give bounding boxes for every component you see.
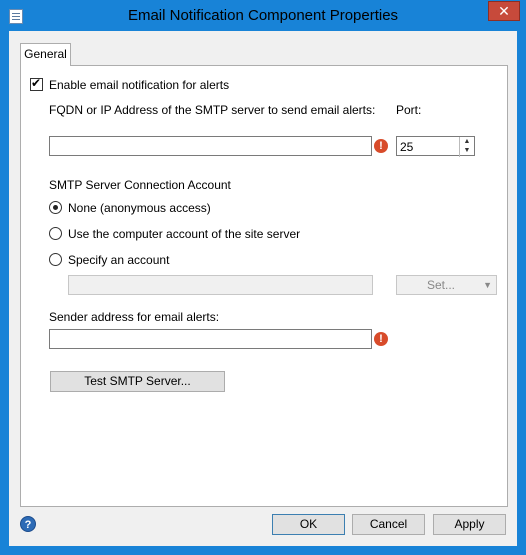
radio-none[interactable] xyxy=(49,201,62,214)
test-smtp-button[interactable]: Test SMTP Server... xyxy=(50,371,225,392)
checkmark-icon: ✔ xyxy=(31,76,42,90)
radio-computer-account[interactable] xyxy=(49,227,62,240)
set-account-label: Set... xyxy=(427,278,456,292)
port-value: 25 xyxy=(400,140,414,154)
help-icon[interactable]: ? xyxy=(20,516,36,532)
general-tab-panel: ✔ Enable email notification for alerts F… xyxy=(20,65,508,507)
port-label: Port: xyxy=(396,103,422,117)
smtp-server-input[interactable] xyxy=(49,136,372,156)
cancel-button[interactable]: Cancel xyxy=(352,514,425,535)
dialog-client-area: General ✔ Enable email notification for … xyxy=(9,31,517,546)
window-title: Email Notification Component Properties xyxy=(127,7,399,24)
account-input[interactable] xyxy=(68,275,373,295)
spin-up-icon[interactable]: ▲ xyxy=(460,137,474,146)
radio-computer-account-label[interactable]: Use the computer account of the site ser… xyxy=(68,227,300,241)
radio-selected-dot xyxy=(53,205,58,210)
sender-error-icon: ! xyxy=(374,332,388,346)
tab-general[interactable]: General xyxy=(20,43,71,66)
smtp-error-icon: ! xyxy=(374,139,388,153)
spin-down-icon[interactable]: ▼ xyxy=(460,146,474,155)
dropdown-arrow-icon: ▼ xyxy=(483,280,492,290)
ok-button[interactable]: OK xyxy=(272,514,345,535)
account-heading: SMTP Server Connection Account xyxy=(49,178,231,192)
sender-address-label: Sender address for email alerts: xyxy=(49,310,220,324)
radio-specify-account-label[interactable]: Specify an account xyxy=(68,253,169,267)
set-account-dropdown[interactable]: Set... ▼ xyxy=(396,275,497,295)
close-button[interactable]: ✕ xyxy=(488,1,520,21)
radio-none-label[interactable]: None (anonymous access) xyxy=(68,201,211,215)
port-spinner[interactable]: 25 ▲ ▼ xyxy=(396,136,475,157)
title-bar: Email Notification Component Properties … xyxy=(1,1,525,31)
dialog-window: Email Notification Component Properties … xyxy=(0,0,526,555)
port-spin-buttons[interactable]: ▲ ▼ xyxy=(459,137,474,157)
enable-email-checkbox[interactable]: ✔ xyxy=(30,76,43,91)
smtp-server-label: FQDN or IP Address of the SMTP server to… xyxy=(49,103,376,117)
enable-email-label[interactable]: Enable email notification for alerts xyxy=(49,78,229,92)
radio-specify-account[interactable] xyxy=(49,253,62,266)
sender-address-input[interactable] xyxy=(49,329,372,349)
apply-button[interactable]: Apply xyxy=(433,514,506,535)
